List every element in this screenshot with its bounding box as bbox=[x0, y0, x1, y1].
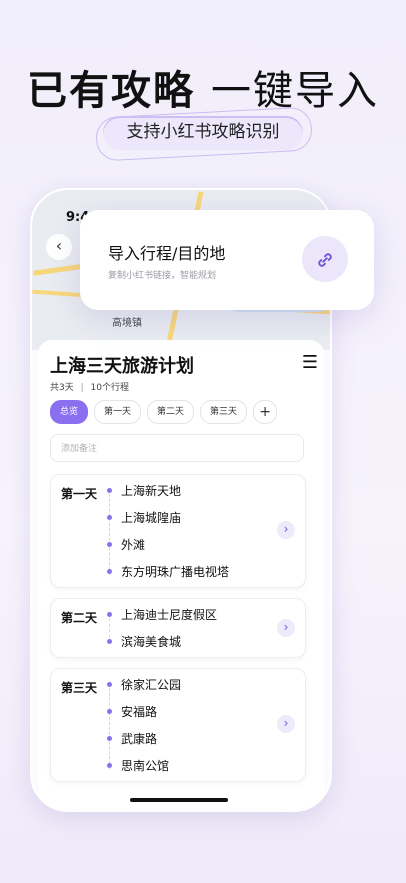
place-item: 外滩 bbox=[106, 535, 229, 562]
place-item: 徐家汇公园 bbox=[106, 675, 181, 702]
place-list: 徐家汇公园 安福路 武康路 思南公馆 bbox=[106, 675, 181, 783]
import-card[interactable]: 导入行程/目的地 复制小红书链接，智能规划 bbox=[80, 210, 374, 310]
day-card-3[interactable]: 第三天 徐家汇公园 安福路 武康路 思南公馆 › bbox=[50, 668, 306, 782]
place-item: 滨海美食城 bbox=[106, 632, 217, 659]
headline: 已有攻略 一键导入 bbox=[0, 58, 406, 116]
link-icon bbox=[318, 252, 332, 267]
day-label: 第二天 bbox=[61, 611, 98, 625]
headline-bold: 已有攻略 bbox=[27, 68, 196, 114]
place-item: 上海新天地 bbox=[106, 481, 229, 508]
feature-pill: 支持小红书攻略识别 bbox=[103, 116, 303, 150]
back-button[interactable]: ‹ bbox=[46, 234, 72, 260]
import-subtitle: 复制小红书链接，智能规划 bbox=[108, 271, 217, 281]
tab-day-1[interactable]: 第一天 bbox=[94, 400, 142, 424]
note-input[interactable]: 添加备注 bbox=[50, 434, 304, 462]
link-button[interactable] bbox=[302, 236, 348, 282]
meta-separator: | bbox=[80, 383, 84, 393]
place-item: 上海城隍庙 bbox=[106, 508, 229, 535]
place-item: 武康路 bbox=[106, 729, 181, 756]
place-item: 思南公馆 bbox=[106, 756, 181, 783]
add-day-button[interactable]: + bbox=[253, 400, 278, 424]
home-indicator bbox=[130, 798, 228, 802]
place-list: 上海迪士尼度假区 滨海美食城 bbox=[106, 605, 217, 659]
import-title: 导入行程/目的地 bbox=[108, 244, 226, 263]
day-label: 第一天 bbox=[61, 487, 98, 501]
place-item: 东方明珠广播电视塔 bbox=[106, 562, 229, 589]
menu-icon[interactable]: ☰ bbox=[302, 352, 318, 373]
chevron-right-icon[interactable]: › bbox=[277, 715, 295, 733]
plan-sheet: 上海三天旅游计划 ☰ 共3天 | 10个行程 总览 第一天 第二天 第三天 + … bbox=[38, 340, 324, 810]
place-item: 安福路 bbox=[106, 702, 181, 729]
meta-items: 10个行程 bbox=[90, 383, 129, 393]
day-label: 第三天 bbox=[61, 681, 98, 695]
plan-title: 上海三天旅游计划 bbox=[50, 356, 194, 377]
place-list: 上海新天地 上海城隍庙 外滩 东方明珠广播电视塔 bbox=[106, 481, 229, 589]
chevron-right-icon[interactable]: › bbox=[277, 521, 295, 539]
plan-meta: 共3天 | 10个行程 bbox=[50, 380, 129, 393]
tab-overview[interactable]: 总览 bbox=[50, 400, 89, 424]
place-item: 上海迪士尼度假区 bbox=[106, 605, 217, 632]
map-town-label: 高境镇 bbox=[112, 318, 142, 329]
chevron-left-icon: ‹ bbox=[55, 236, 63, 255]
day-tabs: 总览 第一天 第二天 第三天 + bbox=[50, 400, 278, 424]
tab-day-3[interactable]: 第三天 bbox=[200, 400, 248, 424]
chevron-right-icon[interactable]: › bbox=[277, 619, 295, 637]
day-card-2[interactable]: 第二天 上海迪士尼度假区 滨海美食城 › bbox=[50, 598, 306, 658]
meta-days: 共3天 bbox=[50, 383, 74, 393]
tab-day-2[interactable]: 第二天 bbox=[147, 400, 195, 424]
day-card-1[interactable]: 第一天 上海新天地 上海城隍庙 外滩 东方明珠广播电视塔 › bbox=[50, 474, 306, 588]
